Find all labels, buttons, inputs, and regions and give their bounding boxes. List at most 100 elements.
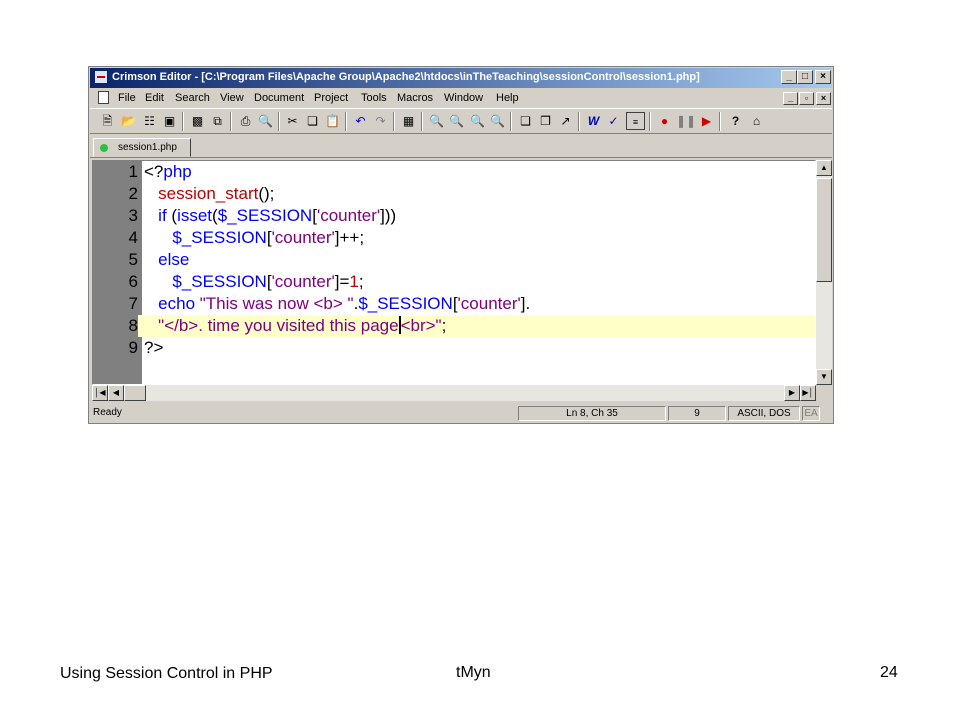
goto-icon[interactable]: ↗	[556, 112, 575, 130]
play-macro-icon[interactable]: ▶	[697, 112, 716, 130]
window-tile-icon[interactable]: ❏	[516, 112, 535, 130]
maximize-button[interactable]: □	[797, 70, 813, 84]
project-icon[interactable]: ▣	[160, 112, 179, 130]
redo-icon[interactable]: ↷	[371, 112, 390, 130]
line-numbers-icon[interactable]: ≡	[626, 112, 645, 130]
word-wrap-icon[interactable]: W	[584, 112, 603, 130]
code-editor[interactable]: 1 <?php 2 session_start(); 3 if (isset($_SE…	[92, 160, 816, 385]
menu-file[interactable]: File	[118, 92, 136, 104]
column-mode-icon[interactable]: ▦	[399, 112, 418, 130]
menu-edit[interactable]: Edit	[145, 92, 164, 104]
code-line[interactable]: 5 else	[93, 249, 815, 271]
save-icon[interactable]: ▩	[188, 112, 207, 130]
undo-icon[interactable]: ↶	[351, 112, 370, 130]
new-file-icon[interactable]: 🗎	[98, 112, 117, 130]
title-bar[interactable]: Crimson Editor - [C:\Program Files\Apach…	[90, 68, 832, 88]
code-token: else	[144, 250, 190, 269]
code-text[interactable]: $_SESSION['counter']=1;	[144, 271, 363, 293]
code-line[interactable]: 2 session_start();	[93, 183, 815, 205]
toolbar-separator	[719, 112, 721, 131]
code-line[interactable]: 8 "</b>. time you visited this page <br>"…	[93, 315, 815, 337]
toolbar-separator	[421, 112, 423, 131]
menu-document[interactable]: Document	[254, 92, 304, 104]
open-file-icon[interactable]: 📂	[119, 112, 138, 130]
tab-session1-php[interactable]: session1.php	[93, 138, 191, 157]
code-text[interactable]: $_SESSION['counter']++;	[144, 227, 364, 249]
code-text[interactable]: "</b>. time you visited this page <br>";	[144, 315, 446, 337]
code-text[interactable]: <?php	[144, 161, 192, 183]
window-cascade-icon[interactable]: ❐	[536, 112, 555, 130]
toolbar-separator	[393, 112, 395, 131]
code-text[interactable]: if (isset($_SESSION['counter']))	[144, 205, 396, 227]
minimize-button[interactable]: _	[781, 70, 797, 84]
extra-indicator: EA	[802, 406, 820, 421]
code-token: ;	[441, 316, 447, 335]
print-icon[interactable]: ⎙	[236, 112, 255, 130]
replace-icon[interactable]: 🔍	[468, 112, 487, 130]
code-line[interactable]: 7 echo "This was now <b> ".$_SESSION['co…	[93, 293, 815, 315]
horizontal-scrollbar[interactable]: │◀ ◀ ▶ ▶│	[92, 385, 816, 401]
menu-window[interactable]: Window	[444, 92, 483, 104]
crimson-editor-app-icon[interactable]	[94, 70, 108, 84]
copy-icon[interactable]: ❏	[303, 112, 322, 130]
toolbar-separator	[649, 112, 651, 131]
menu-project[interactable]: Project	[314, 92, 348, 104]
pause-macro-icon[interactable]: ❚❚	[676, 112, 696, 130]
code-line[interactable]: 4 $_SESSION['counter']++;	[93, 227, 815, 249]
code-text[interactable]: ?>	[144, 337, 163, 359]
find-next-icon[interactable]: 🔍	[447, 112, 466, 130]
help-icon[interactable]: ?	[726, 112, 745, 130]
code-text[interactable]: session_start();	[144, 183, 274, 205]
mdi-minimize-button[interactable]: _	[783, 92, 798, 105]
mdi-close-button[interactable]: ×	[816, 92, 831, 105]
paste-icon[interactable]: 📋	[323, 112, 342, 130]
record-macro-icon[interactable]: ●	[655, 112, 674, 130]
code-token: isset	[177, 206, 213, 225]
encoding-indicator: ASCII, DOS	[728, 406, 800, 421]
toolbar-separator	[182, 112, 184, 131]
code-text[interactable]: else	[144, 249, 189, 271]
find-in-files-icon[interactable]: 🔍	[488, 112, 507, 130]
scroll-left-icon[interactable]: ◀	[108, 385, 124, 401]
vertical-scrollbar[interactable]: ▲ ▼	[816, 160, 832, 385]
scroll-down-icon[interactable]: ▼	[816, 369, 832, 385]
scroll-right-icon[interactable]: ▶	[784, 385, 800, 401]
menu-bar: File Edit Search View Document Project T…	[90, 89, 832, 107]
code-token: $_SESSION	[144, 272, 267, 291]
document-tab-bar: session1.php	[90, 135, 832, 158]
first-page-icon[interactable]: │◀	[92, 385, 108, 401]
open-remote-icon[interactable]: ☷	[140, 112, 159, 130]
menu-macros[interactable]: Macros	[397, 92, 433, 104]
code-text[interactable]: echo "This was now <b> ".$_SESSION['coun…	[144, 293, 530, 315]
code-token: <br>"	[400, 316, 442, 335]
document-system-icon[interactable]	[98, 91, 109, 104]
menu-tools[interactable]: Tools	[361, 92, 387, 104]
code-token: $_SESSION	[217, 206, 313, 225]
menu-view[interactable]: View	[220, 92, 244, 104]
close-button[interactable]: ×	[815, 70, 831, 84]
code-line[interactable]: 1 <?php	[93, 161, 815, 183]
code-token: 1	[349, 272, 359, 291]
code-token: "This was now <b> "	[199, 294, 354, 313]
mdi-restore-button[interactable]: ▫	[799, 92, 814, 105]
find-icon[interactable]: 🔍	[427, 112, 446, 130]
toolbar-separator	[510, 112, 512, 131]
last-page-icon[interactable]: ▶│	[800, 385, 816, 401]
line-number: 4	[93, 227, 138, 249]
horizontal-scroll-thumb[interactable]	[124, 385, 146, 401]
cut-icon[interactable]: ✂	[283, 112, 302, 130]
home-icon[interactable]: ⌂	[747, 112, 766, 130]
menu-help[interactable]: Help	[496, 92, 519, 104]
code-line[interactable]: 3 if (isset($_SESSION['counter']))	[93, 205, 815, 227]
save-all-icon[interactable]: ⧉	[208, 112, 227, 130]
code-line[interactable]: 9 ?>	[93, 337, 815, 359]
code-line[interactable]: 6 $_SESSION['counter']=1;	[93, 271, 815, 293]
code-token: if	[144, 206, 172, 225]
menu-search[interactable]: Search	[175, 92, 210, 104]
spell-check-icon[interactable]: ✓	[604, 112, 623, 130]
vertical-scroll-thumb[interactable]	[816, 178, 832, 282]
print-preview-icon[interactable]: 🔍	[256, 112, 275, 130]
status-text: Ready	[93, 407, 122, 418]
line-number: 7	[93, 293, 138, 315]
scroll-up-icon[interactable]: ▲	[816, 160, 832, 176]
